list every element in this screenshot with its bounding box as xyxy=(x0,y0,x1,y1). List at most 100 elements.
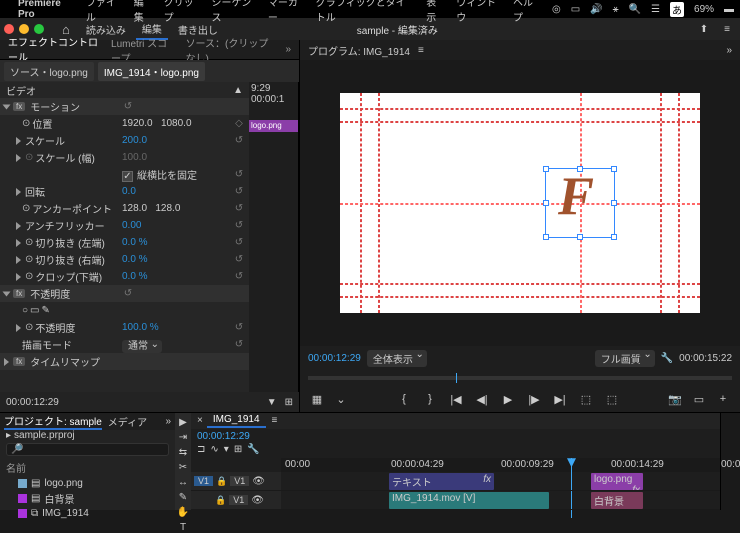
mini-clip-logo[interactable]: logo.png xyxy=(249,120,298,132)
timeline-timecode[interactable]: 00:00:12:29 xyxy=(197,431,250,442)
lift-icon[interactable]: ⬚ xyxy=(577,390,595,408)
zoom-fit-select[interactable]: 全体表示 xyxy=(367,350,427,367)
marker-icon[interactable]: ▾ xyxy=(224,444,229,458)
quality-select[interactable]: フル画質 xyxy=(595,350,655,367)
lock-icon[interactable]: 🔒 xyxy=(216,476,227,487)
scale-w-value[interactable]: 100.0 xyxy=(122,152,245,163)
menu-help[interactable]: ヘルプ xyxy=(513,0,540,24)
pen-tool[interactable]: ✎ xyxy=(176,492,190,503)
selection-box[interactable] xyxy=(545,168,615,238)
step-back-icon[interactable]: ◀| xyxy=(473,390,491,408)
lock-icon[interactable]: 🔒 xyxy=(215,495,226,506)
clip-logo[interactable]: logo.pngfx xyxy=(591,473,643,490)
extract-icon[interactable]: ⬚ xyxy=(603,390,621,408)
aspect-lock-checkbox[interactable]: ✓ xyxy=(122,171,133,182)
bin-item-logo[interactable]: ▤logo.png xyxy=(0,477,175,490)
anchor-x[interactable]: 128.0 xyxy=(122,203,147,214)
motion-reset-icon[interactable]: ↺ xyxy=(122,101,134,112)
eye-icon[interactable]: 👁 xyxy=(251,495,264,506)
source-tab-1[interactable]: ソース・logo.png xyxy=(4,62,94,81)
cc-icon[interactable]: ◎ xyxy=(552,4,561,15)
comparison-icon[interactable]: ▭ xyxy=(690,390,708,408)
anchor-y[interactable]: 128.0 xyxy=(155,203,180,214)
opacity-section-label[interactable]: 不透明度 xyxy=(30,286,70,301)
panel-overflow-icon[interactable]: » xyxy=(726,45,732,56)
bluetooth-icon[interactable]: ⚹ xyxy=(613,4,619,15)
wrench-icon[interactable]: 🔧 xyxy=(247,444,259,458)
toolbar-menu-icon[interactable]: ≡ xyxy=(718,22,736,37)
mask-ellipse-icon[interactable]: ○ xyxy=(22,305,28,316)
mask-pen-icon[interactable]: ✎ xyxy=(42,305,50,316)
mask-rect-icon[interactable]: ▭ xyxy=(30,305,39,316)
project-overflow-icon[interactable]: » xyxy=(165,416,171,427)
program-playhead[interactable] xyxy=(456,373,457,383)
linked-selection-icon[interactable]: ∿ xyxy=(210,444,218,458)
screen-icon[interactable]: ▭ xyxy=(571,4,580,15)
track-select-icon[interactable]: ⊞ xyxy=(285,397,293,408)
eye-icon[interactable]: 👁 xyxy=(252,476,265,487)
rotation-value[interactable]: 0.0 xyxy=(122,186,233,197)
marker-dropdown-icon[interactable]: ⌄ xyxy=(332,390,350,408)
time-remap-label[interactable]: タイムリマップ xyxy=(30,354,100,369)
clip-text[interactable]: テキストfx xyxy=(389,473,494,490)
settings-icon[interactable]: 🔧 xyxy=(661,353,673,364)
export-frame-icon[interactable]: 📷 xyxy=(666,390,684,408)
quick-export-icon[interactable]: ⬆ xyxy=(694,22,714,37)
razor-tool[interactable]: ✂ xyxy=(176,462,190,473)
clip-bg[interactable]: 白背景 xyxy=(591,492,643,509)
crop-bottom-value[interactable]: 0.0 % xyxy=(122,271,233,282)
target-v1-b[interactable]: V1 xyxy=(229,495,248,505)
panel-menu-icon[interactable]: » xyxy=(281,42,295,57)
program-canvas[interactable]: F xyxy=(340,93,700,313)
clip-video[interactable]: IMG_1914.mov [V] xyxy=(389,492,549,509)
play-button[interactable]: ▶ xyxy=(499,390,517,408)
antiflicker-value[interactable]: 0.00 xyxy=(122,220,233,231)
step-forward-icon[interactable]: |▶ xyxy=(525,390,543,408)
bin-item-seq[interactable]: ⧉IMG_1914 xyxy=(0,507,175,520)
source-tab-2[interactable]: IMG_1914・logo.png xyxy=(98,62,205,81)
opacity-value[interactable]: 100.0 % xyxy=(122,322,233,333)
motion-label[interactable]: モーション xyxy=(30,99,80,114)
ripple-tool[interactable]: ⇆ xyxy=(176,447,190,458)
project-search-input[interactable]: 🔎 xyxy=(6,443,169,456)
menu-window[interactable]: ウィンドウ xyxy=(456,0,501,24)
mark-out-icon[interactable]: } xyxy=(421,390,439,408)
mark-in-icon[interactable]: { xyxy=(395,390,413,408)
hand-tool[interactable]: ✋ xyxy=(176,507,190,518)
menu-marker[interactable]: マーカー xyxy=(268,0,304,24)
slip-tool[interactable]: ↔ xyxy=(176,477,190,488)
timeline-menu-icon[interactable]: ≡ xyxy=(272,415,278,426)
timeline-ruler[interactable]: 00:00 00:00:04:29 00:00:09:29 00:00:14:2… xyxy=(281,458,720,472)
ec-timecode[interactable]: 00:00:12:29 xyxy=(6,397,59,408)
pos-keyframe-icon[interactable]: ◇ xyxy=(233,118,245,129)
track-content[interactable]: テキストfx logo.pngfx IMG_1914.mov [V] 白背景 xyxy=(281,472,720,510)
position-y[interactable]: 1080.0 xyxy=(161,118,192,129)
tab-project[interactable]: プロジェクト: sample xyxy=(4,413,102,430)
app-name[interactable]: Premiere Pro xyxy=(18,0,74,20)
ec-pin-icon[interactable]: ▲ xyxy=(233,85,243,96)
program-menu-icon[interactable]: ≡ xyxy=(418,45,424,56)
source-v1[interactable]: V1 xyxy=(194,476,213,486)
search-icon[interactable]: 🔍 xyxy=(629,4,641,15)
column-name-header[interactable]: 名前 xyxy=(0,458,175,477)
program-canvas-area[interactable]: F xyxy=(300,60,740,346)
target-v1[interactable]: V1 xyxy=(230,476,249,486)
bin-item-bg[interactable]: ▤白背景 xyxy=(0,490,175,507)
selection-tool[interactable]: ▶ xyxy=(176,417,190,428)
button-editor-icon[interactable]: + xyxy=(714,390,732,408)
type-tool[interactable]: T xyxy=(176,522,190,533)
filter-icon[interactable]: ▼ xyxy=(267,397,277,408)
track-select-tool[interactable]: ⇥ xyxy=(176,432,190,443)
crop-left-value[interactable]: 0.0 % xyxy=(122,237,233,248)
program-timecode[interactable]: 00:00:12:29 xyxy=(308,353,361,364)
snap-icon[interactable]: ⊐ xyxy=(197,444,205,458)
insert-icon[interactable]: ⊞ xyxy=(234,444,242,458)
go-to-in-icon[interactable]: |◀ xyxy=(447,390,465,408)
marker-add-icon[interactable]: ▦ xyxy=(308,390,326,408)
ime-indicator[interactable]: あ xyxy=(670,2,684,17)
blend-mode-select[interactable]: 通常 xyxy=(122,340,162,353)
crop-right-value[interactable]: 0.0 % xyxy=(122,254,233,265)
control-center-icon[interactable]: ☰ xyxy=(651,4,660,15)
sequence-tab[interactable]: IMG_1914 xyxy=(207,413,266,428)
scale-value[interactable]: 200.0 xyxy=(122,135,233,146)
